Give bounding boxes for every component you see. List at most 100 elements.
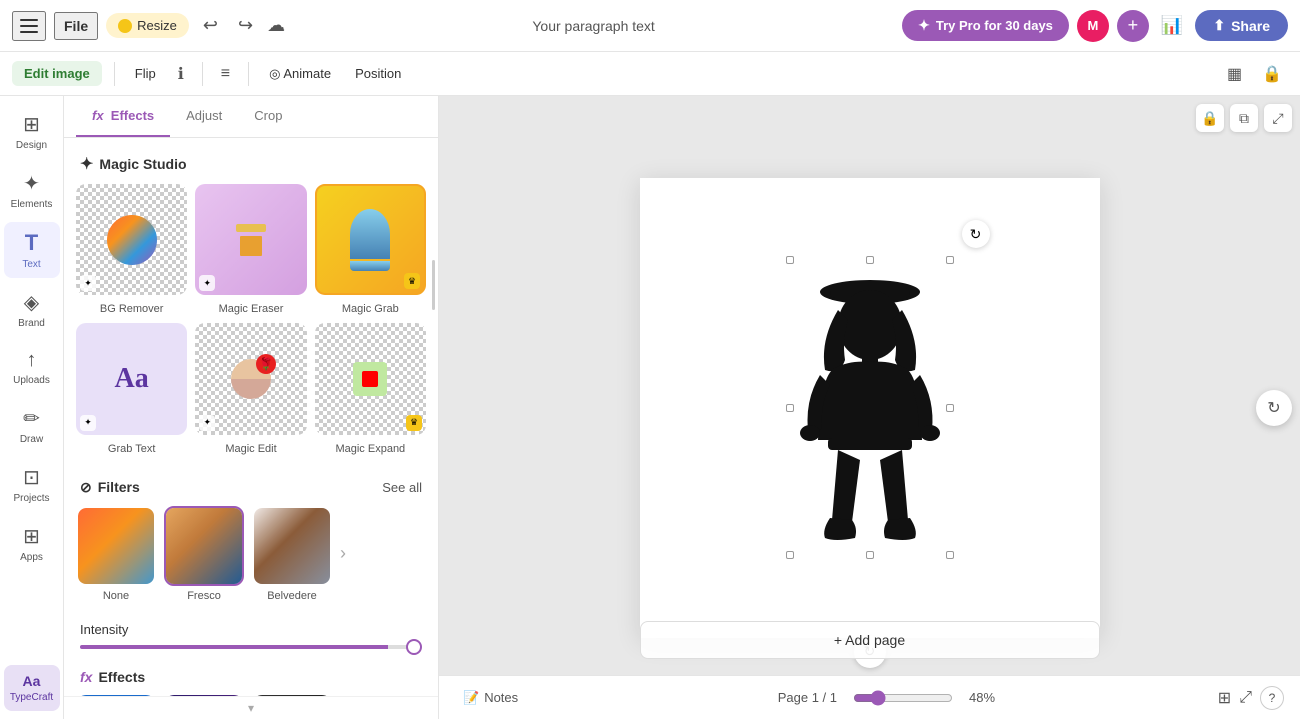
intensity-slider-track xyxy=(80,645,422,649)
fullscreen-button[interactable]: ⤢ xyxy=(1239,689,1252,707)
sidebar-item-apps[interactable]: ⊞ Apps xyxy=(4,516,60,571)
canvas-element-selected[interactable]: ↻ xyxy=(790,260,950,555)
info-button[interactable]: ℹ xyxy=(172,60,190,88)
toolbar: Edit image Flip ℹ ≡ ◎ Animate Position ▦… xyxy=(0,52,1300,96)
avatar-button[interactable]: M xyxy=(1077,10,1109,42)
hamburger-button[interactable] xyxy=(12,11,46,41)
share-button[interactable]: ⬆ Share xyxy=(1195,10,1288,41)
sidebar-item-brand[interactable]: ◈ Brand xyxy=(4,282,60,337)
doc-title-input[interactable] xyxy=(494,18,694,34)
selection-handle-tl[interactable] xyxy=(786,256,794,264)
filter-none[interactable]: None xyxy=(76,506,156,602)
magic-studio-grid: ✦ BG Remover ✦ Ma xyxy=(64,184,438,471)
expand-canvas-icon[interactable]: ⤢ xyxy=(1264,104,1292,132)
magic-card-magic-grab[interactable]: ♛ Magic Grab xyxy=(315,184,426,315)
sidebar-icon-strip: ⊞ Design ✦ Elements T Text ◈ Brand ↑ Upl… xyxy=(0,96,64,719)
uploads-icon: ↑ xyxy=(27,349,37,372)
elements-icon: ✦ xyxy=(23,171,40,196)
sidebar-item-draw[interactable]: ✏ Draw xyxy=(4,398,60,453)
draw-icon: ✏ xyxy=(23,406,40,431)
sidebar-item-projects[interactable]: ⊡ Projects xyxy=(4,457,60,512)
flip-button[interactable]: Flip xyxy=(127,61,164,86)
filters-header: ⊘ Filters See all xyxy=(64,471,438,506)
options-button[interactable]: ≡ xyxy=(215,61,236,87)
selection-handle-tm[interactable] xyxy=(866,256,874,264)
tab-effects[interactable]: fx Effects xyxy=(76,96,170,137)
wand-icon-4: ✦ xyxy=(199,415,215,431)
magic-card-magic-edit[interactable]: 🌹 ✦ Magic Edit xyxy=(195,323,306,454)
cloud-icon: ☁ xyxy=(267,15,285,36)
redo-button[interactable]: ↪ xyxy=(232,11,259,40)
selection-handle-tr[interactable] xyxy=(946,256,954,264)
grab-text-label: Grab Text xyxy=(108,443,156,455)
animate-icon: ◎ xyxy=(269,66,280,81)
notes-button[interactable]: 📝 Notes xyxy=(455,686,526,710)
intensity-slider-thumb[interactable] xyxy=(406,639,422,655)
sidebar-item-text[interactable]: T Text xyxy=(4,222,60,278)
position-button[interactable]: Position xyxy=(347,61,409,86)
sidebar-item-design[interactable]: ⊞ Design xyxy=(4,104,60,159)
add-collaborator-button[interactable]: + xyxy=(1117,10,1149,42)
filter-fresco-label: Fresco xyxy=(187,590,221,602)
filters-next-arrow[interactable]: › xyxy=(340,506,346,602)
silhouette-svg xyxy=(790,260,950,550)
tab-crop[interactable]: Crop xyxy=(238,96,298,137)
magic-card-magic-eraser[interactable]: ✦ Magic Eraser xyxy=(195,184,306,315)
grid-view-button[interactable]: ⊞ xyxy=(1218,688,1231,708)
canvas-right-rotate[interactable]: ↻ xyxy=(1256,390,1292,426)
selection-handle-bl[interactable] xyxy=(786,551,794,559)
sidebar-item-uploads[interactable]: ↑ Uploads xyxy=(4,341,60,394)
design-icon: ⊞ xyxy=(23,112,40,137)
effect-orange[interactable] xyxy=(252,695,332,696)
see-all-link[interactable]: See all xyxy=(382,480,422,495)
magic-card-grab-text[interactable]: Aa ✦ Grab Text xyxy=(76,323,187,454)
topbar-right: ✦ Try Pro for 30 days M + 📊 ⬆ Share xyxy=(902,10,1288,42)
magic-card-magic-expand[interactable]: ♛ Magic Expand xyxy=(315,323,426,454)
filter-none-thumb xyxy=(76,506,156,586)
bottom-right: ⊞ ⤢ ? xyxy=(1218,686,1284,710)
crown-icon-2: ♛ xyxy=(406,415,422,431)
file-button[interactable]: File xyxy=(54,12,98,40)
filter-fresco[interactable]: Fresco xyxy=(164,506,244,602)
help-button[interactable]: ? xyxy=(1260,686,1284,710)
typecraft-icon: Aa xyxy=(23,673,41,689)
tab-adjust[interactable]: Adjust xyxy=(170,96,238,137)
sidebar-item-typecraft[interactable]: Aa TypeCraft xyxy=(4,665,60,711)
undo-button[interactable]: ↩ xyxy=(197,11,224,40)
animate-button[interactable]: ◎ Animate xyxy=(261,61,339,87)
selection-handle-br[interactable] xyxy=(946,551,954,559)
wand-icon-3: ✦ xyxy=(80,415,96,431)
panel-scroll-arrows: ▾ xyxy=(64,696,438,719)
intensity-section: Intensity xyxy=(64,614,438,661)
sidebar-item-elements[interactable]: ✦ Elements xyxy=(4,163,60,218)
bottom-center: Page 1 / 1 48% xyxy=(555,690,1218,706)
selection-handle-bm[interactable] xyxy=(866,551,874,559)
canvas-area: 🔒 ⧉ ⤢ xyxy=(439,96,1300,719)
intensity-label: Intensity xyxy=(80,622,422,637)
duplicate-canvas-icon[interactable]: ⧉ xyxy=(1230,104,1258,132)
edit-image-button[interactable]: Edit image xyxy=(12,61,102,86)
selection-handle-mr[interactable] xyxy=(946,404,954,412)
magic-card-bg-remover[interactable]: ✦ BG Remover xyxy=(76,184,187,315)
lock-canvas-icon[interactable]: 🔒 xyxy=(1196,104,1224,132)
selection-handle-ml[interactable] xyxy=(786,404,794,412)
notes-icon: 📝 xyxy=(463,690,479,706)
topbar-left: File Resize ↩ ↪ ☁ xyxy=(12,11,285,41)
bg-remover-label: BG Remover xyxy=(100,303,164,315)
checkerboard-button[interactable]: ▦ xyxy=(1221,60,1248,88)
zoom-slider[interactable] xyxy=(853,690,953,706)
add-page-button[interactable]: + Add page xyxy=(640,621,1100,659)
effects-title: Effects xyxy=(98,669,145,685)
fx-icon: fx xyxy=(92,108,104,123)
filters-list: None Fresco xyxy=(64,506,438,614)
panel-content: ✦ Magic Studio ✦ BG Remover xyxy=(64,138,438,696)
analytics-button[interactable]: 📊 xyxy=(1157,11,1187,40)
rotate-handle[interactable]: ↻ xyxy=(962,220,990,248)
scroll-down-icon: ▾ xyxy=(248,701,254,715)
topbar: File Resize ↩ ↪ ☁ ✦ Try Pro for 30 days … xyxy=(0,0,1300,52)
filter-belvedere[interactable]: Belvedere xyxy=(252,506,332,602)
lock-button[interactable]: 🔒 xyxy=(1256,60,1288,88)
try-pro-button[interactable]: ✦ Try Pro for 30 days xyxy=(902,10,1069,41)
resize-button[interactable]: Resize xyxy=(106,13,189,38)
wand-icon: ✦ xyxy=(80,275,96,291)
